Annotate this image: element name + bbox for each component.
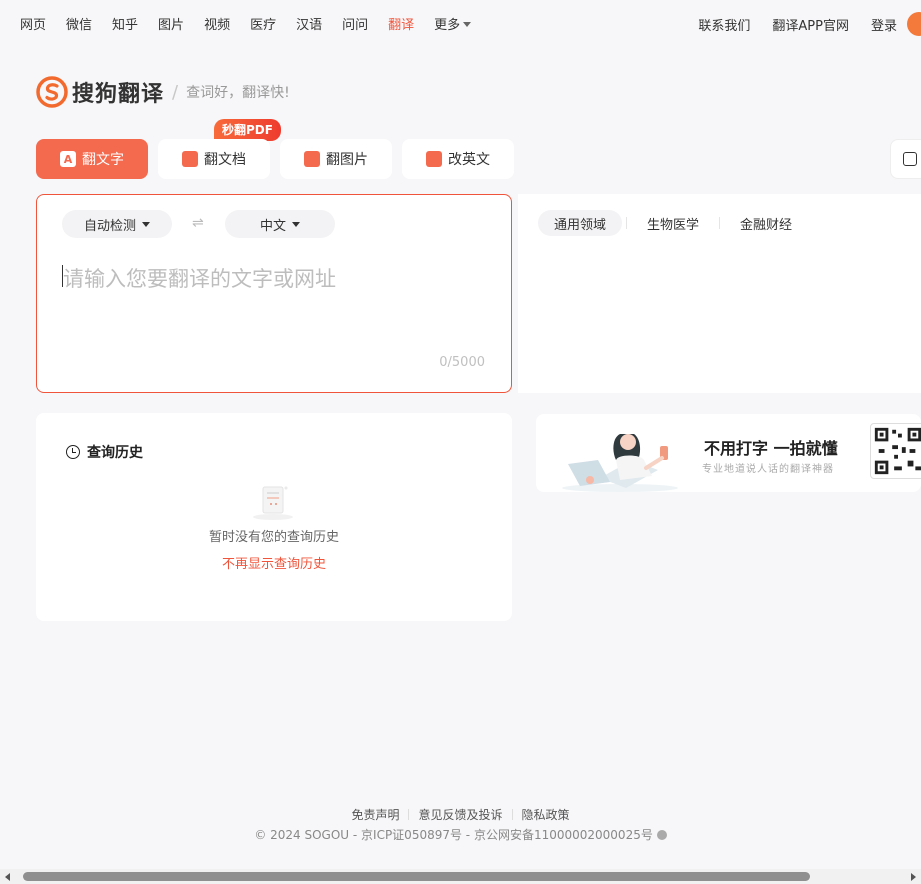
logo-name: 搜狗翻译	[72, 82, 165, 107]
nav-link-more[interactable]: 更多	[434, 14, 471, 33]
divider	[626, 217, 628, 229]
top-nav-right: 联系我们 翻译APP官网 登录	[676, 15, 897, 34]
clock-icon	[66, 445, 80, 459]
nav-link-translate[interactable]: 翻译	[388, 14, 414, 33]
tab-label: 翻图片	[326, 152, 368, 168]
logo-divider: /	[172, 81, 179, 103]
source-input-panel: 自动检测 ⇌ 中文 请输入您要翻译的文字或网址 0/5000	[36, 194, 512, 393]
star-box-icon	[903, 152, 917, 166]
scroll-right-icon[interactable]	[911, 873, 916, 881]
scroll-left-icon[interactable]	[5, 873, 10, 881]
hide-history-link[interactable]: 不再显示查询历史	[36, 553, 512, 572]
image-icon	[304, 151, 320, 167]
police-badge-icon	[656, 830, 667, 840]
target-language-select[interactable]: 中文	[225, 210, 335, 238]
privacy-link[interactable]: 隐私政策	[513, 808, 579, 822]
qr-code-icon	[870, 423, 921, 479]
query-history-card: 查询历史 暂时没有您的查询历史 不再显示查询历史	[36, 413, 512, 621]
translation-output-panel: 通用领域 生物医学 金融财经	[518, 194, 921, 393]
nav-link-images[interactable]: 图片	[158, 14, 184, 33]
sogou-logo-icon	[36, 76, 68, 108]
empty-box-icon	[253, 486, 293, 520]
promo-headline: 不用打字 一拍就懂	[704, 439, 838, 458]
tab-label: 翻文档	[204, 152, 246, 168]
copyright: © 2024 SOGOU - 京ICP证050897号 - 京公网安备11000…	[0, 826, 921, 843]
text-icon: A	[60, 151, 76, 167]
tab-translate-image[interactable]: 翻图片	[280, 139, 392, 179]
tab-translate-text[interactable]: A 翻文字	[36, 139, 148, 179]
top-nav: 网页 微信 知乎 图片 视频 医疗 汉语 问问 翻译 更多 联系我们 翻译APP…	[0, 0, 921, 46]
source-language-value: 自动检测	[83, 218, 136, 234]
nav-link-web[interactable]: 网页	[20, 14, 46, 33]
source-language-select[interactable]: 自动检测	[62, 210, 172, 238]
nav-link-zhihu[interactable]: 知乎	[112, 14, 138, 33]
source-text-input[interactable]: 请输入您要翻译的文字或网址	[63, 263, 336, 293]
app-site-link[interactable]: 翻译APP官网	[772, 15, 849, 34]
char-counter: 0/5000	[439, 355, 485, 370]
top-nav-links: 网页 微信 知乎 图片 视频 医疗 汉语 问问 翻译 更多	[20, 14, 491, 33]
nav-link-weixin[interactable]: 微信	[66, 14, 92, 33]
promo-subtitle: 专业地道说人话的翻译神器	[702, 464, 834, 475]
promo-illustration	[562, 434, 678, 492]
copyright-text: © 2024 SOGOU - 京ICP证050897号 - 京公网安备11000…	[254, 828, 653, 842]
nav-link-wenwen[interactable]: 问问	[342, 14, 368, 33]
divider	[719, 217, 721, 229]
horizontal-scrollbar[interactable]	[0, 869, 921, 884]
logo-slogan: 查词好，翻译快!	[186, 85, 290, 101]
pdf-badge[interactable]: 秒翻PDF	[214, 119, 281, 141]
target-language-value: 中文	[259, 218, 286, 234]
logo[interactable]: 搜狗翻译 / 查词好，翻译快!	[36, 76, 290, 108]
domain-selector: 通用领域 生物医学 金融财经	[538, 210, 808, 236]
nav-link-hanyu[interactable]: 汉语	[296, 14, 322, 33]
swap-languages-icon[interactable]: ⇌	[192, 215, 204, 231]
history-empty-text: 暂时没有您的查询历史	[208, 530, 339, 545]
tab-label: 改英文	[448, 152, 490, 168]
favorites-button[interactable]	[890, 139, 921, 179]
check-edit-icon	[426, 151, 442, 167]
domain-general[interactable]: 通用领域	[538, 210, 623, 236]
tab-fix-english[interactable]: 改英文	[402, 139, 514, 179]
history-title-text: 查询历史	[87, 445, 143, 461]
mode-tabs: A 翻文字 翻文档 翻图片 改英文	[36, 139, 524, 179]
scrollbar-thumb[interactable]	[23, 872, 810, 881]
history-title: 查询历史	[66, 442, 143, 462]
tab-translate-document[interactable]: 翻文档	[158, 139, 270, 179]
login-link[interactable]: 登录	[871, 15, 897, 34]
nav-link-medical[interactable]: 医疗	[250, 14, 276, 33]
document-icon	[182, 151, 198, 167]
app-promo-banner[interactable]: 不用打字 一拍就懂 专业地道说人话的翻译神器	[536, 414, 921, 492]
feedback-link[interactable]: 意见反馈及投诉	[409, 808, 511, 822]
tab-label: 翻文字	[82, 152, 124, 168]
nav-link-video[interactable]: 视频	[204, 14, 230, 33]
disclaimer-link[interactable]: 免责声明	[342, 808, 408, 822]
domain-finance[interactable]: 金融财经	[724, 210, 808, 236]
domain-biomedical[interactable]: 生物医学	[631, 210, 715, 236]
footer-links: 免责声明 意见反馈及投诉 隐私政策	[0, 806, 921, 823]
avatar[interactable]	[907, 12, 921, 36]
contact-link[interactable]: 联系我们	[698, 15, 750, 34]
